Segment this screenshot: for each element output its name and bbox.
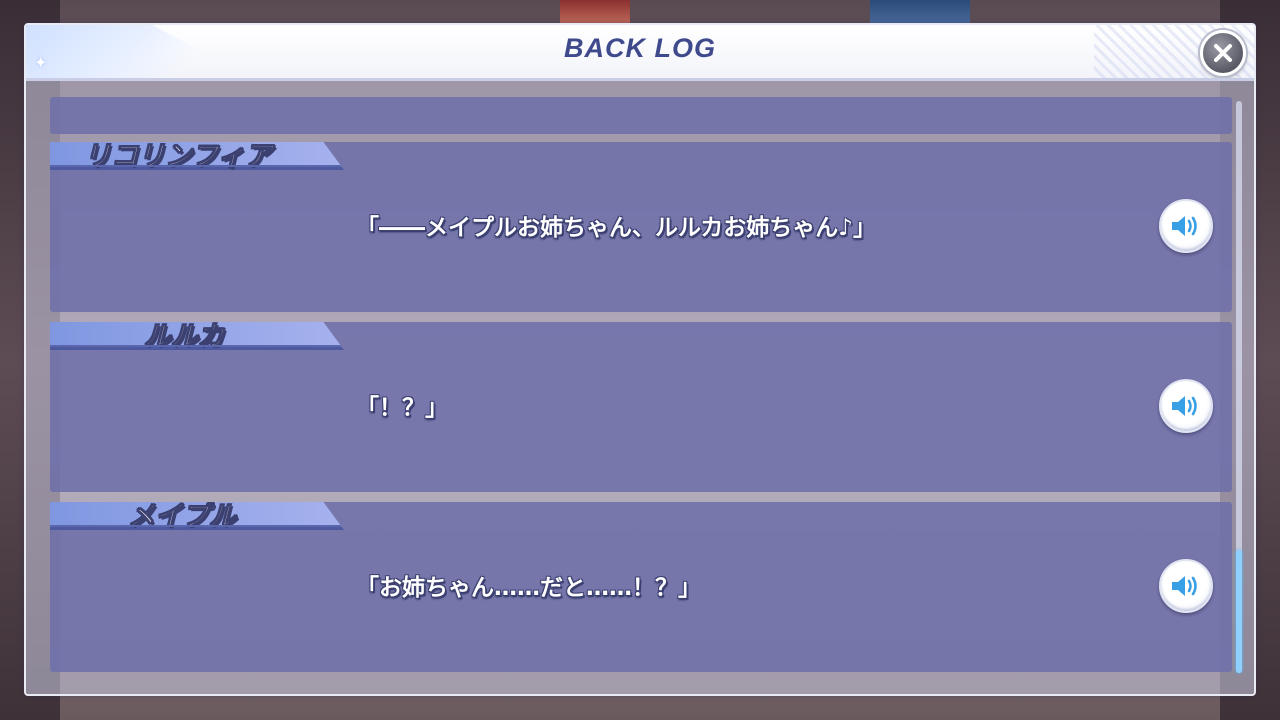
close-button[interactable]	[1200, 30, 1246, 76]
background-window	[560, 0, 630, 24]
speaker-name: ルルカ	[143, 321, 225, 352]
speaker-icon	[1172, 216, 1197, 236]
log-entry-partial	[50, 97, 1232, 134]
speaker-name-tag: リコリンフィア	[50, 142, 344, 170]
dialogue-text: 「お姉ちゃん……だと……！？」	[356, 575, 701, 601]
page-title: BACK LOG	[564, 33, 716, 63]
dialogue-text: 「――メイプルお姉ちゃん、ルルカお姉ちゃん♪」	[356, 215, 876, 241]
voice-replay-button[interactable]	[1159, 379, 1213, 433]
backlog-window: ✦ BACK LOG リコリンフィア 「――メイプルお姉ちゃん、ルルカお姉ちゃん…	[24, 23, 1256, 696]
close-icon	[1214, 44, 1232, 62]
backlog-list[interactable]: リコリンフィア 「――メイプルお姉ちゃん、ルルカお姉ちゃん♪」 ルルカ 「！？」	[50, 95, 1232, 675]
speaker-name-tag: メイプル	[50, 502, 344, 530]
voice-replay-button[interactable]	[1159, 559, 1213, 613]
speaker-icon	[1172, 396, 1197, 416]
log-entry: メイプル 「お姉ちゃん……だと……！？」	[50, 502, 1232, 672]
dialogue-text: 「！？」	[356, 395, 448, 421]
log-entry: ルルカ 「！？」	[50, 322, 1232, 492]
voice-replay-button[interactable]	[1159, 199, 1213, 253]
speaker-name-tag: ルルカ	[50, 322, 344, 350]
speaker-name: リコリンフィア	[84, 141, 273, 172]
scrollbar-thumb[interactable]	[1236, 550, 1242, 673]
speaker-icon	[1172, 576, 1197, 596]
log-entry: リコリンフィア 「――メイプルお姉ちゃん、ルルカお姉ちゃん♪」	[50, 142, 1232, 312]
background-window	[870, 0, 970, 24]
scrollbar[interactable]	[1236, 101, 1242, 673]
backlog-header: ✦ BACK LOG	[26, 25, 1254, 81]
speaker-name: メイプル	[128, 501, 237, 532]
